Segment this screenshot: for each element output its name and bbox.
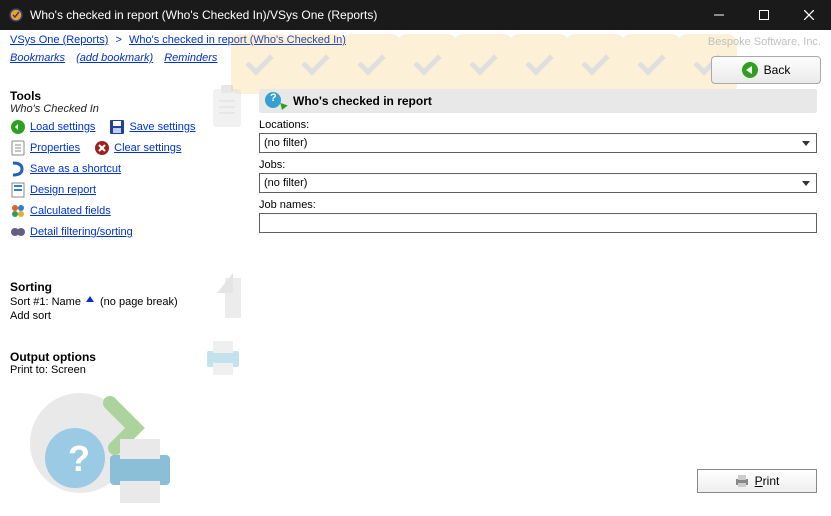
design-report-link[interactable]: Design report — [30, 184, 96, 196]
print-icon — [735, 474, 749, 488]
calculated-fields-link[interactable]: Calculated fields — [30, 205, 111, 217]
jobs-combo[interactable]: (no filter) — [259, 173, 817, 193]
print-button-label: Print — [755, 474, 780, 488]
load-settings-link[interactable]: Load settings — [30, 121, 95, 133]
body: Tools Who's Checked In Load settings Sav… — [0, 83, 831, 503]
jobs-label: Jobs: — [259, 159, 817, 171]
reminders-link[interactable]: Reminders — [164, 52, 217, 64]
add-sort-link[interactable]: Add sort — [10, 310, 51, 322]
sort-direction-icon[interactable] — [84, 294, 100, 310]
maximize-button[interactable] — [741, 0, 786, 30]
bookmarks-link[interactable]: Bookmarks — [10, 52, 65, 64]
right-panel: ? Who's checked in report Locations: (no… — [255, 83, 831, 503]
clipboard-icon — [207, 83, 247, 133]
locations-label: Locations: — [259, 119, 817, 131]
topbar: Bespoke Software, Inc. VSys One (Reports… — [0, 30, 831, 83]
titlebar: Who's checked in report (Who's Checked I… — [0, 0, 831, 30]
panel-heading-bar: ? Who's checked in report — [259, 89, 817, 113]
load-settings-icon — [10, 119, 26, 135]
window-title: Who's checked in report (Who's Checked I… — [30, 8, 696, 22]
output-target-link[interactable]: Screen — [51, 364, 86, 376]
clear-settings-icon — [94, 140, 110, 156]
left-panel: Tools Who's Checked In Load settings Sav… — [0, 83, 255, 503]
svg-text:?: ? — [68, 438, 90, 479]
back-arrow-icon — [742, 62, 758, 78]
calculated-fields-icon — [10, 203, 26, 219]
locations-combo[interactable]: (no filter) — [259, 133, 817, 153]
breadcrumb-separator: > — [115, 34, 121, 46]
breadcrumb-current[interactable]: Who's checked in report (Who's Checked I… — [129, 34, 346, 46]
job-names-input[interactable] — [259, 213, 817, 233]
sort-arrow-icon — [207, 268, 247, 328]
back-button-label: Back — [764, 63, 791, 77]
panel-heading-text: Who's checked in report — [293, 94, 432, 108]
save-as-shortcut-link[interactable]: Save as a shortcut — [30, 163, 121, 175]
sort-label: Sort #1: — [10, 296, 49, 308]
design-report-icon — [10, 182, 26, 198]
output-label: Print to: — [10, 364, 48, 376]
breadcrumb: VSys One (Reports) > Who's checked in re… — [0, 30, 831, 46]
sort-field-link[interactable]: Name — [52, 296, 81, 308]
minimize-button[interactable] — [696, 0, 741, 30]
panel-heading-icon: ? — [265, 90, 287, 112]
properties-icon — [10, 140, 26, 156]
save-settings-link[interactable]: Save settings — [129, 121, 195, 133]
job-names-label: Job names: — [259, 199, 817, 211]
decorative-big-icon: ? — [20, 383, 180, 513]
detail-filtering-link[interactable]: Detail filtering/sorting — [30, 226, 133, 238]
breadcrumb-root[interactable]: VSys One (Reports) — [10, 34, 108, 46]
locations-value: (no filter) — [264, 137, 307, 149]
sort-page-break-link[interactable]: (no page break) — [100, 296, 178, 308]
output-printer-icon — [199, 333, 247, 381]
bookmark-row: Bookmarks (add bookmark) Reminders — [0, 46, 831, 64]
save-settings-icon — [109, 119, 125, 135]
back-button[interactable]: Back — [711, 56, 821, 84]
properties-link[interactable]: Properties — [30, 142, 80, 154]
jobs-value: (no filter) — [264, 177, 307, 189]
company-label: Bespoke Software, Inc. — [708, 36, 821, 48]
print-button[interactable]: Print — [697, 469, 817, 493]
shortcut-icon — [10, 161, 26, 177]
close-button[interactable] — [786, 0, 831, 30]
clear-settings-link[interactable]: Clear settings — [114, 142, 181, 154]
add-bookmark-link[interactable]: (add bookmark) — [76, 52, 153, 64]
window-controls — [696, 0, 831, 30]
app-icon — [8, 7, 24, 23]
detail-filtering-icon — [10, 224, 26, 240]
